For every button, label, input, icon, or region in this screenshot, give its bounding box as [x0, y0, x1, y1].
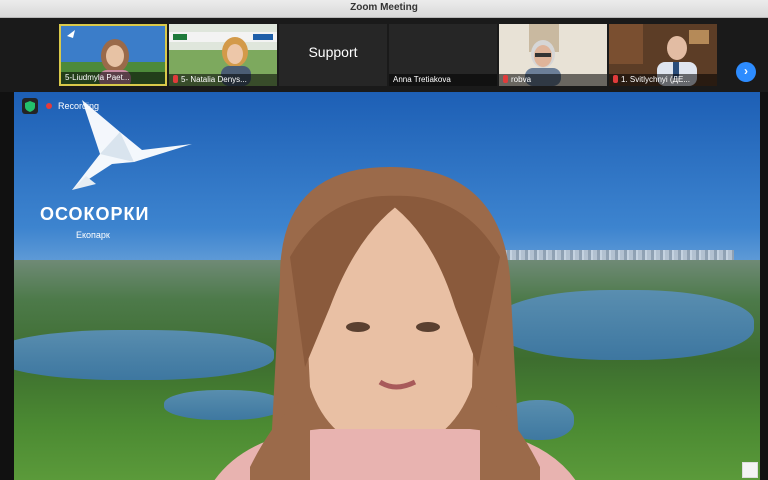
participant-tile-4[interactable]: Anna Tretiakova: [389, 24, 497, 86]
record-dot-icon: [46, 103, 52, 109]
window-titlebar: Zoom Meeting: [0, 0, 768, 18]
participant-tile-2[interactable]: 5- Natalia Denys...: [169, 24, 277, 86]
participant-name: 5- Natalia Denys...: [169, 74, 277, 86]
active-speaker-video: ОСОКОРКИ Екопарк Recording: [14, 92, 760, 480]
participant-name: Anna Tretiakova: [389, 74, 497, 86]
participant-tile-6[interactable]: 1. Svitlychnyi (ДЕ...: [609, 24, 717, 86]
mic-off-icon: [173, 75, 178, 83]
participant-tile-3[interactable]: Support: [279, 24, 387, 86]
logo-title: ОСОКОРКИ: [40, 204, 150, 224]
participant-strip: 5-Liudmyla Paet... 5- Natalia Denys... S…: [0, 18, 768, 92]
participant-name: 1. Svitlychnyi (ДЕ...: [609, 74, 717, 86]
shield-icon[interactable]: [22, 98, 38, 114]
participant-tile-5[interactable]: robva: [499, 24, 607, 86]
speaker-person: [214, 167, 576, 480]
participant-name-large: Support: [308, 44, 358, 60]
chevron-right-icon[interactable]: ›: [736, 62, 756, 82]
recording-indicator: Recording: [22, 98, 99, 114]
mic-off-icon: [503, 75, 508, 83]
logo-subtitle: Екопарк: [76, 230, 110, 240]
participant-name: robva: [499, 74, 607, 86]
window-title: Zoom Meeting: [350, 2, 418, 13]
participant-tile-1[interactable]: 5-Liudmyla Paet...: [59, 24, 167, 86]
participant-name: 5-Liudmyla Paet...: [61, 72, 165, 84]
view-toggle-icon[interactable]: [742, 462, 758, 478]
recording-label: Recording: [58, 101, 100, 111]
mic-off-icon: [613, 75, 618, 83]
